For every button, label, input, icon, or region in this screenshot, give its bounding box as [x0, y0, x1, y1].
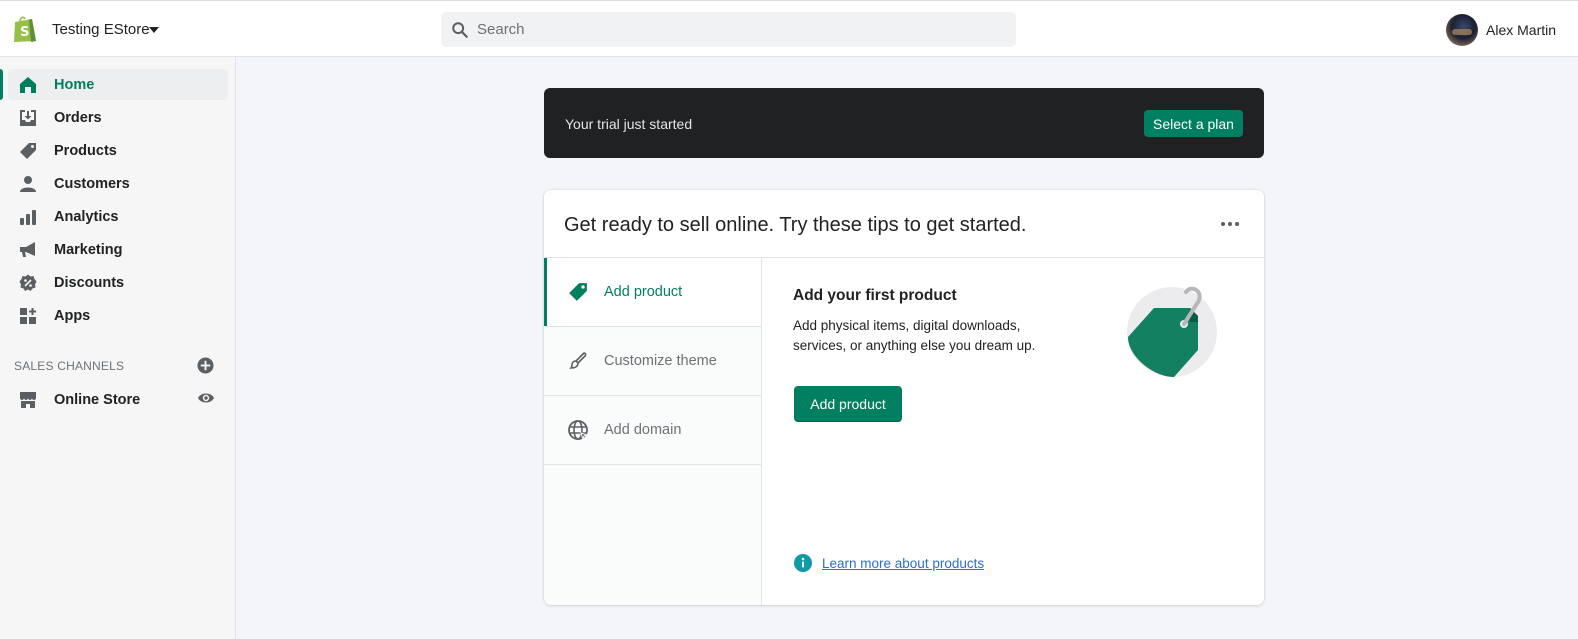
globe-icon — [567, 419, 589, 441]
setup-guide-card: Get ready to sell online. Try these tips… — [544, 190, 1264, 605]
paintbrush-icon — [567, 350, 589, 372]
tips-tab-list: Add product Customize theme Add domain — [544, 258, 762, 605]
sidebar-item-label: Products — [54, 142, 117, 159]
search-input[interactable] — [477, 12, 1007, 47]
pane-title: Add your first product — [793, 287, 957, 304]
sidebar-item-label: Discounts — [54, 274, 125, 291]
sidebar: Home Orders Products Customers Analytics… — [0, 57, 236, 639]
bar-chart-icon — [18, 207, 38, 227]
person-icon — [18, 174, 38, 194]
user-name: Alex Martin — [1486, 22, 1557, 38]
trial-banner: Your trial just started Select a plan — [544, 88, 1264, 158]
tab-label: Add domain — [604, 422, 682, 438]
sales-channels-heading: SALES CHANNELS — [14, 359, 125, 373]
tab-label: Customize theme — [604, 353, 717, 369]
sidebar-item-discounts[interactable]: Discounts — [8, 267, 228, 298]
select-plan-button[interactable]: Select a plan — [1144, 110, 1243, 137]
pane-description: Add physical items, digital downloads, s… — [793, 318, 1036, 353]
active-indicator — [0, 69, 3, 100]
tab-add-domain[interactable]: Add domain — [544, 396, 761, 465]
sidebar-item-label: Apps — [54, 307, 91, 324]
shopify-logo-icon: S — [14, 16, 36, 42]
tag-icon — [567, 281, 589, 303]
top-bar: S Testing EStore Alex Martin — [0, 0, 1578, 57]
sidebar-item-label: Customers — [54, 175, 130, 192]
info-icon — [794, 554, 812, 572]
tag-icon — [18, 141, 38, 161]
megaphone-icon — [18, 240, 38, 260]
sidebar-item-apps[interactable]: Apps — [8, 300, 228, 331]
product-tag-illustration — [1127, 286, 1217, 377]
apps-icon — [18, 306, 38, 326]
sidebar-item-label: Analytics — [54, 208, 119, 225]
home-icon — [18, 75, 38, 95]
sidebar-item-analytics[interactable]: Analytics — [8, 201, 228, 232]
eye-icon[interactable] — [197, 391, 215, 405]
tab-add-product[interactable]: Add product — [544, 258, 761, 327]
sidebar-item-home[interactable]: Home — [8, 69, 228, 100]
sidebar-item-orders[interactable]: Orders — [8, 102, 228, 133]
learn-more: Learn more about products — [794, 554, 984, 572]
sidebar-item-label: Orders — [54, 109, 102, 126]
more-actions-button[interactable] — [1216, 212, 1244, 236]
store-icon — [18, 390, 38, 410]
dot-icon — [1235, 222, 1239, 226]
sidebar-item-customers[interactable]: Customers — [8, 168, 228, 199]
sidebar-item-label: Marketing — [54, 241, 123, 258]
search-icon — [452, 22, 468, 38]
search-bar[interactable] — [441, 12, 1016, 47]
sidebar-item-label: Online Store — [54, 391, 141, 408]
active-tab-indicator — [544, 258, 547, 326]
orders-icon — [18, 108, 38, 128]
svg-text:S: S — [20, 25, 29, 40]
sidebar-item-marketing[interactable]: Marketing — [8, 234, 228, 265]
add-product-button[interactable]: Add product — [794, 386, 902, 422]
trial-message: Your trial just started — [565, 116, 693, 132]
learn-more-link[interactable]: Learn more about products — [822, 556, 984, 571]
caret-down-icon[interactable] — [149, 27, 159, 33]
store-name[interactable]: Testing EStore — [52, 21, 150, 38]
tab-label: Add product — [604, 284, 683, 300]
dot-icon — [1228, 222, 1232, 226]
sidebar-item-label: Home — [54, 76, 95, 93]
tab-customize-theme[interactable]: Customize theme — [544, 327, 761, 396]
sidebar-item-online-store[interactable]: Online Store — [8, 384, 228, 415]
card-title: Get ready to sell online. Try these tips… — [564, 214, 1027, 236]
avatar[interactable] — [1446, 14, 1478, 46]
dot-icon — [1221, 222, 1225, 226]
sidebar-item-products[interactable]: Products — [8, 135, 228, 166]
discount-icon — [18, 273, 38, 293]
user-menu[interactable]: Alex Martin — [1446, 14, 1556, 46]
add-circle-icon[interactable] — [197, 357, 214, 374]
